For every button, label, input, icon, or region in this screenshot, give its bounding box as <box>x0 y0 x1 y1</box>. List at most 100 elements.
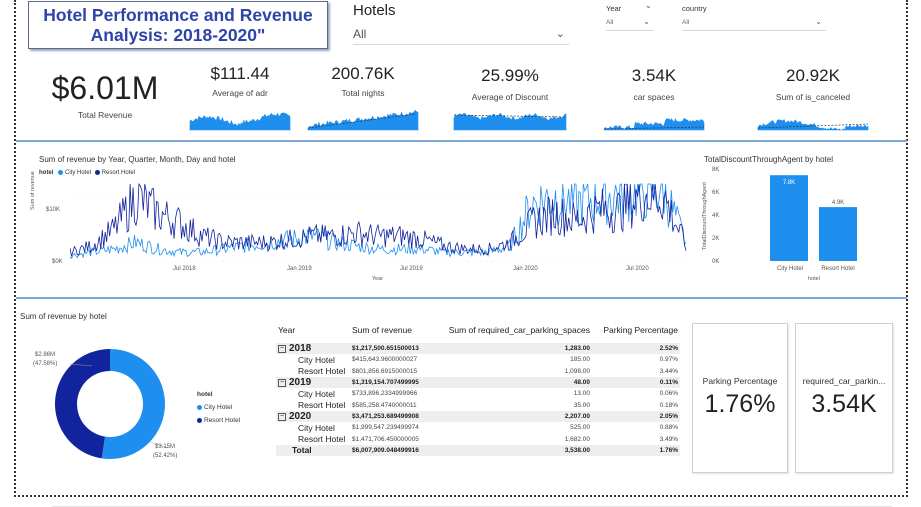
year-chevron-icon: ⌄ <box>645 1 652 10</box>
matrix-header-year[interactable]: Year <box>276 325 350 343</box>
matrix-hotel-row[interactable]: Resort Hotel $801,856.6915000015 1,098.00 3… <box>276 366 680 377</box>
matrix-year-label: 2020 <box>289 410 312 422</box>
matrix-year-row[interactable]: −2020 $3,471,253.689499908 2,207.00 2.05% <box>276 410 680 423</box>
bar-chart-svg: 7.8K 4.9K <box>770 175 857 261</box>
matrix-pct-cell: 3.49% <box>659 435 678 443</box>
matrix-pct-cell: 0.18% <box>659 401 678 409</box>
line-legend-resort[interactable]: Resort Hotel <box>102 170 135 176</box>
car-parking-value: 3.54K <box>811 390 877 418</box>
donut-city-label: $3.15M <box>155 444 176 450</box>
canceled-sparkline <box>757 119 869 131</box>
car-parking-card: required_car_parkin... 3.54K <box>795 323 893 473</box>
matrix-parking-cell: 1,098.00 <box>564 367 590 375</box>
donut-resort-label: $2.86M <box>35 352 56 358</box>
bar-ytick-2k: 2K <box>712 236 720 242</box>
donut-slice-city-hotel[interactable] <box>101 349 166 459</box>
revenue-matrix: Year Sum of revenue Sum of required_car_… <box>276 325 680 456</box>
line-legend-city[interactable]: City Hotel <box>65 170 91 176</box>
donut-slice-resort-hotel[interactable] <box>55 349 110 459</box>
country-slicer-value: All <box>682 19 690 26</box>
nights-value: 200.76K <box>331 64 395 83</box>
chevron-down-icon: ⌄ <box>555 28 565 40</box>
bar-xtick-resort: Resort Hotel <box>821 266 855 272</box>
matrix-hotel-label: Resort Hotel <box>298 366 346 377</box>
matrix-revenue-cell: $1,217,500.651500013 <box>352 345 419 353</box>
matrix-hotel-row[interactable]: City Hotel $733,896.2334999966 13.00 0.06% <box>276 388 680 399</box>
matrix-total-row[interactable]: Total $6,007,909.048499916 3,538.00 1.76% <box>276 444 680 456</box>
bar-y-axis-title: TotalDiscountThroughAgent <box>702 182 708 250</box>
country-slicer-dropdown[interactable]: All ⌄ <box>682 17 826 31</box>
collapse-icon[interactable]: − <box>278 344 286 353</box>
donut-legend-resort[interactable]: Resort Hotel <box>204 417 240 424</box>
hotels-slicer-dropdown[interactable]: All ⌄ <box>353 27 569 45</box>
donut-legend-title: hotel <box>197 391 213 398</box>
matrix-revenue-cell: $585,258.4740000011 <box>352 401 417 409</box>
matrix-header-row: Year Sum of revenue Sum of required_car_… <box>276 325 680 343</box>
resort-hotel-dot-icon <box>94 170 100 175</box>
matrix-pct-cell: 0.97% <box>659 356 678 364</box>
donut-legend: hotel City Hotel Resort Hotel <box>197 388 240 427</box>
discount-value: 25.99% <box>481 66 539 85</box>
divider-middle <box>16 297 907 299</box>
bar-xtick-city: City Hotel <box>776 266 803 272</box>
matrix-header-revenue[interactable]: Sum of revenue <box>350 325 436 343</box>
matrix-pct-cell: 2.52% <box>659 345 678 353</box>
hotels-slicer-value: All <box>353 27 367 41</box>
donut-city-pct: (52.42%) <box>153 453 178 459</box>
year-slicer-title: Year <box>606 4 622 13</box>
matrix-body: −2018 $1,217,500.651500013 1,283.00 2.52% Ci… <box>276 343 680 456</box>
dashboard-page: Hotel Performance and Revenue Analysis: … <box>0 0 921 507</box>
matrix-header-parking[interactable]: Sum of required_car_parking_spaces <box>436 325 592 343</box>
discount-sparkline <box>453 112 567 131</box>
year-slicer-dropdown[interactable]: All ⌄ <box>606 17 654 31</box>
revenue-line-chart <box>70 182 688 263</box>
car-spaces-sparkline <box>603 117 705 131</box>
line-ytick-10k: $10K <box>46 207 61 213</box>
matrix-hotel-label: City Hotel <box>298 388 335 399</box>
matrix-parking-cell: 1,283.00 <box>564 345 590 353</box>
matrix-hotel-row[interactable]: City Hotel $415,643.9600000027 185.00 0.97% <box>276 354 680 365</box>
car-spaces-value: 3.54K <box>631 66 677 85</box>
city-hotel-dot-icon <box>58 170 64 175</box>
matrix-hotel-row[interactable]: Resort Hotel $585,258.4740000011 35.00 0.18… <box>276 399 680 410</box>
bar-resort-hotel[interactable] <box>819 207 857 261</box>
matrix-year-label: 2018 <box>289 343 312 355</box>
matrix-hotel-label: City Hotel <box>298 422 335 433</box>
line-xtick-jul-2018: Jul 2018 <box>173 266 196 272</box>
donut-title: Sum of revenue by hotel <box>20 312 107 321</box>
collapse-icon[interactable]: − <box>278 412 286 421</box>
line-x-axis-title: Year <box>372 276 384 282</box>
bar-city-value-label: 7.8K <box>783 180 795 186</box>
matrix-hotel-row[interactable]: City Hotel $1,999,547.239499974 525.00 0.88… <box>276 422 680 433</box>
resort-hotel-dot-icon <box>197 417 202 423</box>
matrix-revenue-cell: $6,007,909.048499916 <box>352 446 419 454</box>
matrix-parking-cell: 525.00 <box>570 424 590 432</box>
matrix-hotel-label: Resort Hotel <box>298 400 346 411</box>
matrix-hotel-label: City Hotel <box>298 354 335 365</box>
matrix-parking-cell: 48.00 <box>573 379 590 387</box>
bar-city-hotel[interactable] <box>770 175 808 261</box>
matrix-revenue-cell: $1,999,547.239499974 <box>352 424 419 432</box>
parking-percentage-value: 1.76% <box>704 390 776 418</box>
line-xtick-jan-2019: Jan 2019 <box>287 266 312 272</box>
matrix-pct-cell: 0.88% <box>659 424 678 432</box>
collapse-icon[interactable]: − <box>278 378 286 387</box>
donut-legend-city[interactable]: City Hotel <box>204 404 232 411</box>
bar-ytick-6k: 6K <box>712 190 720 196</box>
matrix-hotel-row[interactable]: Resort Hotel $1,471,706.450000005 1,682.00… <box>276 433 680 444</box>
matrix-year-row[interactable]: −2018 $1,217,500.651500013 1,283.00 2.52% <box>276 343 680 355</box>
line-chart-title: Sum of revenue by Year, Quarter, Month, … <box>39 155 236 164</box>
matrix-header-pct[interactable]: Parking Percentage <box>592 325 680 343</box>
matrix-revenue-cell: $1,471,706.450000005 <box>352 435 419 443</box>
city-hotel-series <box>70 183 687 259</box>
line-y-axis-title: Sum of revenue <box>30 171 36 210</box>
matrix-parking-cell: 35.00 <box>573 401 590 409</box>
matrix-parking-cell: 2,207.00 <box>564 412 590 420</box>
bar-resort-value-label: 4.9K <box>832 200 844 206</box>
matrix-parking-cell: 3,538.00 <box>564 446 590 454</box>
divider-top <box>16 140 907 142</box>
matrix-revenue-cell: $801,856.6915000015 <box>352 367 418 375</box>
matrix-pct-cell: 0.06% <box>659 390 678 398</box>
matrix-year-row[interactable]: −2019 $1,319,154.707499995 48.00 0.11% <box>276 376 680 389</box>
matrix-parking-cell: 1,682.00 <box>564 435 590 443</box>
